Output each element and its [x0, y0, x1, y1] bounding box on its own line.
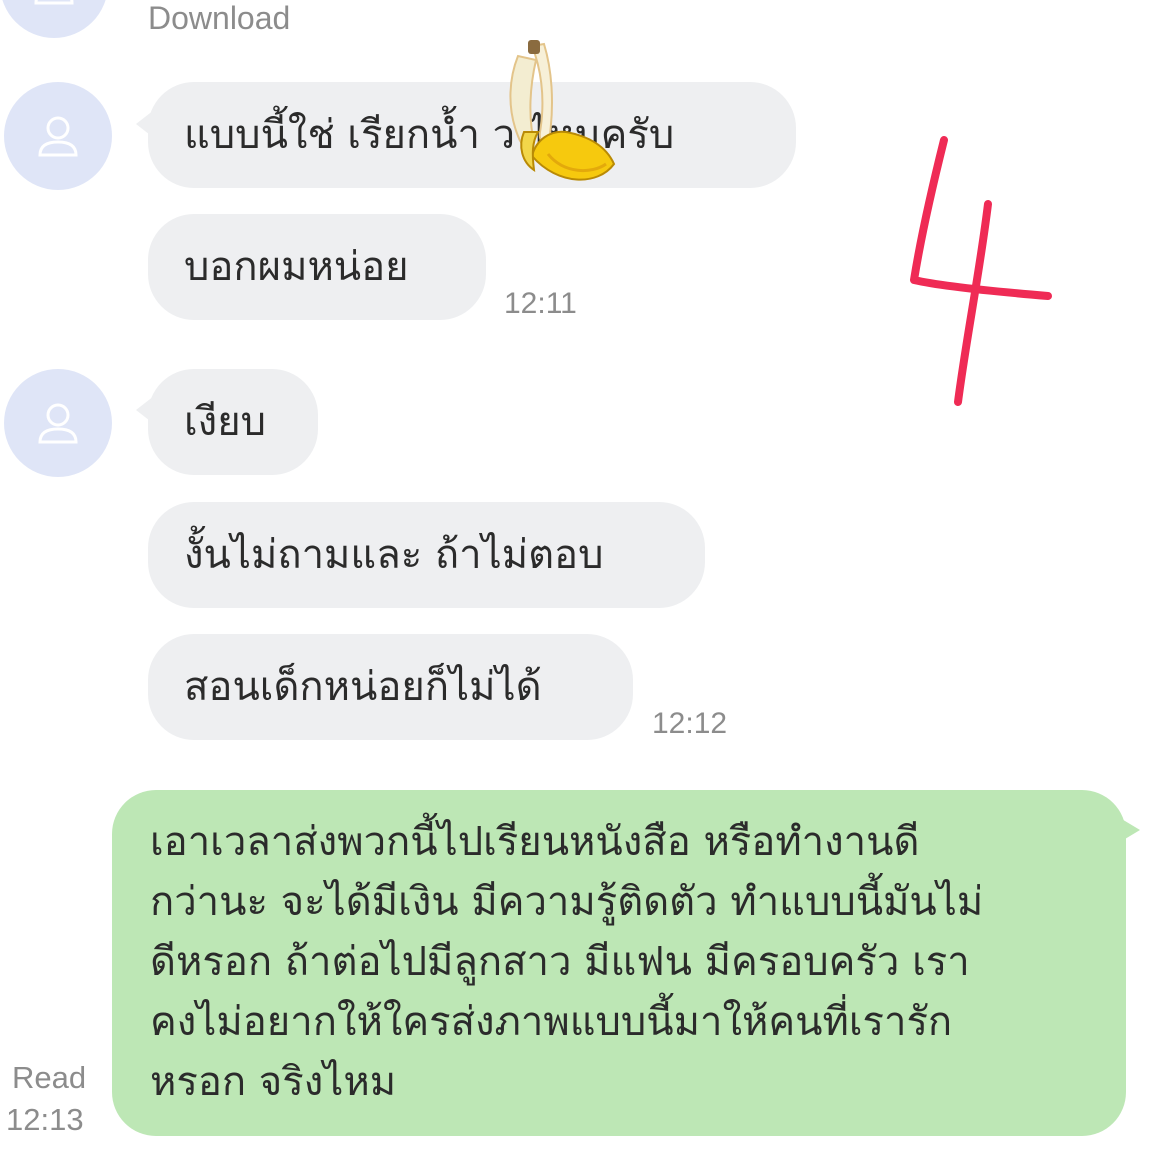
message-bubble[interactable]: สอนเด็กหน่อยก็ไม่ได้: [148, 634, 633, 740]
message-text: บอกผมหน่อย: [184, 244, 409, 290]
handwritten-four-icon: [910, 136, 1052, 406]
download-label[interactable]: Download: [148, 0, 290, 37]
person-icon: [34, 0, 74, 5]
message-time: 12:11: [504, 287, 577, 320]
message-bubble[interactable]: งั้นไม่ถามและ ถ้าไม่ตอบ: [148, 502, 705, 608]
message-bubble[interactable]: บอกผมหน่อย: [148, 214, 486, 320]
message-line: กว่านะ จะได้มีเงิน มีความรู้ติดตัว ทำแบบ…: [150, 879, 984, 925]
message-text: เงียบ: [184, 399, 267, 445]
message-line: หรอก จริงไหม: [150, 1059, 397, 1105]
person-icon: [38, 403, 78, 444]
contact-avatar[interactable]: [0, 0, 108, 38]
person-icon: [38, 116, 78, 157]
read-status: Read: [12, 1060, 87, 1095]
message-text: งั้นไม่ถามและ ถ้าไม่ตอบ: [184, 532, 604, 578]
message-text: สอนเด็กหน่อยก็ไม่ได้: [184, 664, 542, 710]
message-time: 12:13: [6, 1102, 84, 1137]
message-line: ดีหรอก ถ้าต่อไปมีลูกสาว มีแฟน มีครอบครัว…: [150, 939, 970, 985]
message-bubble[interactable]: เงียบ: [148, 369, 318, 475]
banana-sticker-icon: [509, 40, 616, 181]
message-line: คงไม่อยากให้ใครส่งภาพแบบนี้มาให้คนที่เรา…: [150, 999, 953, 1045]
contact-avatar[interactable]: [4, 82, 112, 190]
message-time: 12:12: [652, 707, 728, 740]
contact-avatar[interactable]: [4, 369, 112, 477]
message-bubble[interactable]: แบบนี้ใช่ เรียกน้ำ ว ไหมครับ: [148, 82, 796, 188]
outgoing-message-bubble[interactable]: เอาเวลาส่งพวกนี้ไปเรียนหนังสือ หรือทำงาน…: [112, 790, 1126, 1136]
message-line: เอาเวลาส่งพวกนี้ไปเรียนหนังสือ หรือทำงาน…: [150, 819, 920, 865]
